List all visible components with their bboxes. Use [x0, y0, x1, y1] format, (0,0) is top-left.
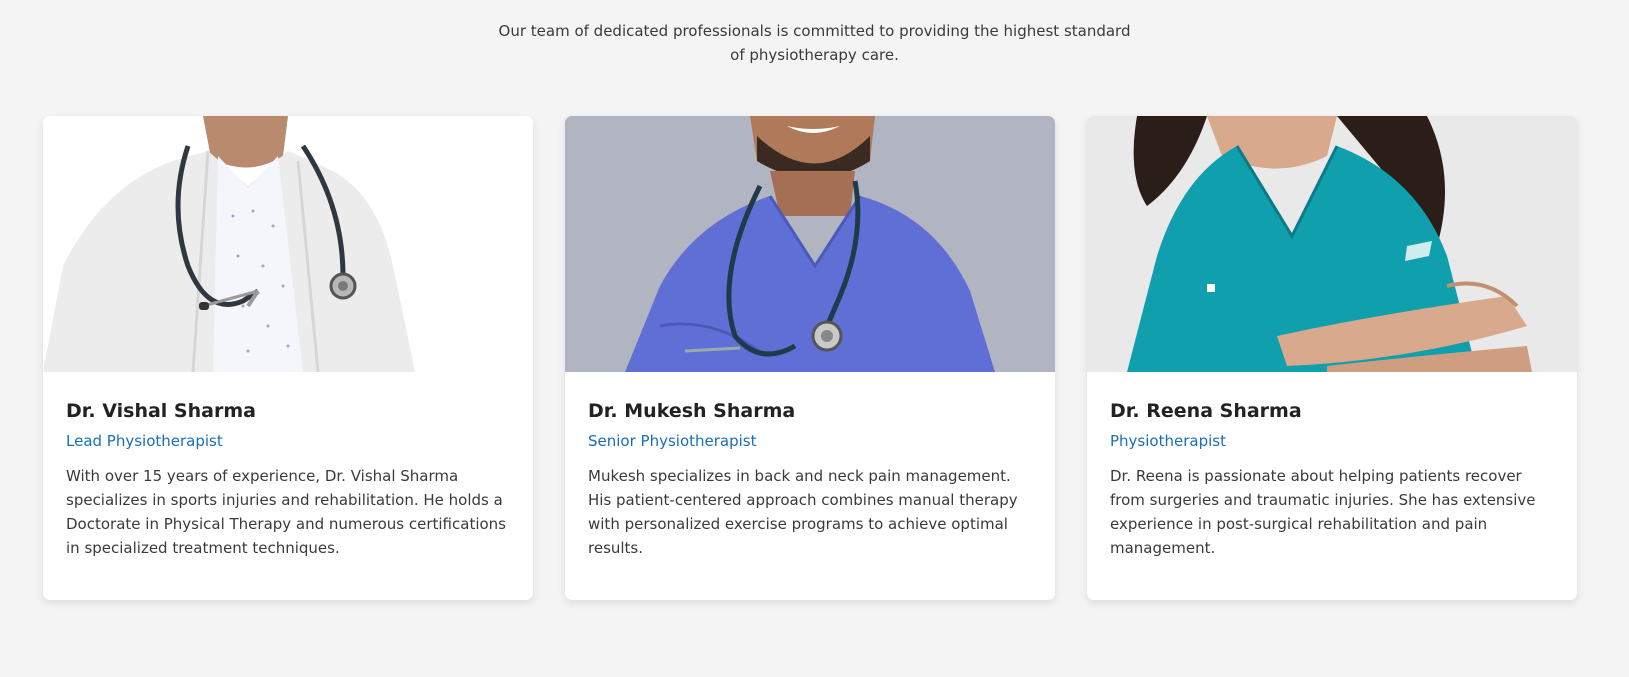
team-intro-text: Our team of dedicated professionals is c… [498, 22, 1131, 64]
team-member-role: Senior Physiotherapist [588, 432, 757, 450]
team-photo-reena [1087, 116, 1577, 372]
team-card-body: Dr. Vishal Sharma Lead Physiotherapist W… [43, 372, 533, 560]
team-photo-mukesh [565, 116, 1055, 372]
team-cards: Dr. Vishal Sharma Lead Physiotherapist W… [43, 116, 1579, 600]
team-card-body: Dr. Reena Sharma Physiotherapist Dr. Ree… [1087, 372, 1577, 560]
team-card-mukesh: Dr. Mukesh Sharma Senior Physiotherapist… [565, 116, 1055, 600]
team-card-reena: Dr. Reena Sharma Physiotherapist Dr. Ree… [1087, 116, 1577, 600]
doctor-photo-image [43, 116, 533, 372]
team-member-name: Dr. Reena Sharma [1110, 400, 1302, 422]
team-member-name: Dr. Vishal Sharma [66, 400, 256, 422]
team-intro: Our team of dedicated professionals is c… [0, 19, 1629, 67]
team-card-vishal: Dr. Vishal Sharma Lead Physiotherapist W… [43, 116, 533, 600]
team-member-bio: With over 15 years of experience, Dr. Vi… [66, 467, 506, 557]
team-photo-vishal [43, 116, 533, 372]
team-member-role: Lead Physiotherapist [66, 432, 223, 450]
team-member-name: Dr. Mukesh Sharma [588, 400, 796, 422]
doctor-photo-image [565, 116, 1055, 372]
doctor-photo-image [1087, 116, 1577, 372]
team-member-role: Physiotherapist [1110, 432, 1226, 450]
team-member-bio: Dr. Reena is passionate about helping pa… [1110, 467, 1536, 557]
team-card-body: Dr. Mukesh Sharma Senior Physiotherapist… [565, 372, 1055, 560]
team-member-bio: Mukesh specializes in back and neck pain… [588, 467, 1018, 557]
